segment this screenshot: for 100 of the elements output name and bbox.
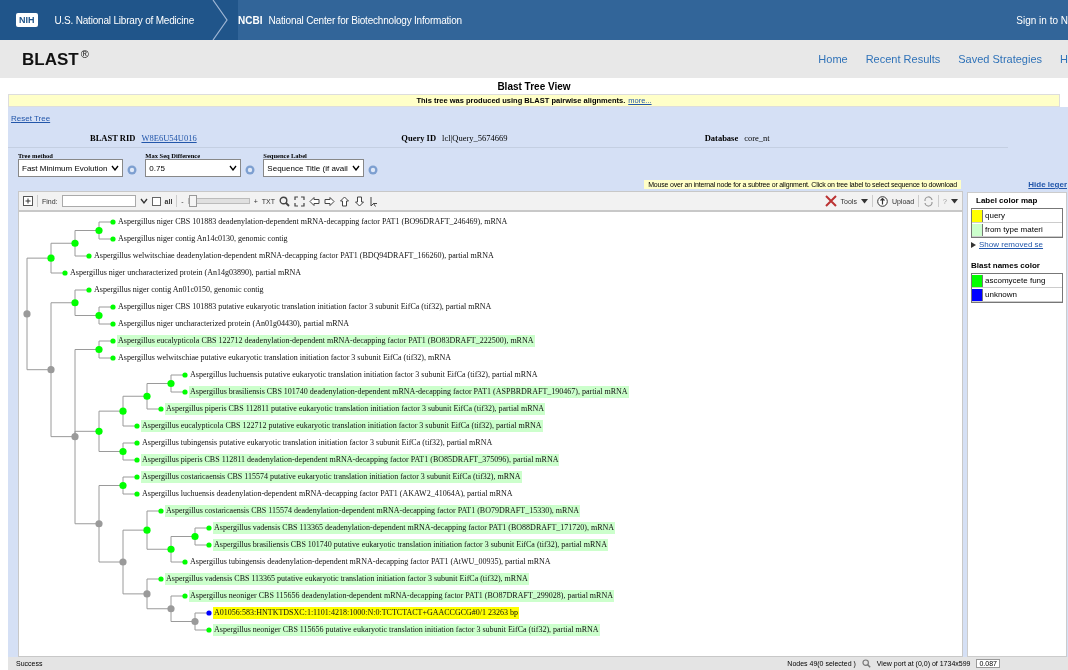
sequence-label[interactable]: Aspergillus vadensis CBS 113365 deadenylation-dependent mRNA-decapping factor PAT1 (BO88DRAFT_171720), mRNA — [213, 522, 616, 534]
leaf-node-dot[interactable] — [206, 542, 212, 548]
expand-icon[interactable] — [23, 196, 33, 206]
branch-node-dot[interactable] — [191, 532, 199, 541]
branch-node-dot[interactable] — [47, 254, 55, 262]
nih-logo[interactable]: NIH — [16, 13, 38, 27]
sequence-label[interactable]: Aspergillus neoniger CBS 115656 deadenylation-dependent mRNA-decapping factor PAT1 (BO87DRAFT_299028), partial mRNA — [189, 590, 614, 602]
expand-triangle-icon[interactable] — [971, 241, 976, 248]
zoom-slider[interactable] — [187, 198, 250, 204]
branch-node-dot[interactable] — [143, 392, 151, 400]
sequence-label[interactable]: Aspergillus brasiliensis CBS 101740 putative eukaryotic translation initiation factor 3 subunit EifCa (tif32), partial mRNA — [213, 539, 608, 551]
sequence-label[interactable]: Aspergillus niger uncharacterized protein (An01g04430), partial mRNA — [117, 318, 351, 330]
leaf-node-dot[interactable] — [134, 423, 140, 429]
branch-node-dot[interactable] — [119, 558, 127, 566]
branch-node-dot[interactable] — [167, 605, 175, 613]
help-icon[interactable] — [245, 164, 256, 175]
leaf-node-dot[interactable] — [110, 236, 116, 242]
leaf-node-dot[interactable] — [62, 270, 68, 276]
leaf-node-dot[interactable] — [182, 389, 188, 395]
slider-thumb[interactable] — [188, 195, 197, 207]
branch-node-dot[interactable] — [191, 617, 199, 626]
option-select[interactable]: Sequence Title (if avail — [263, 159, 364, 177]
dropdown-caret-icon[interactable] — [351, 165, 360, 171]
ncbi-name[interactable]: National Center for Biotechnology Information — [268, 14, 462, 26]
branch-node-dot[interactable] — [143, 590, 151, 598]
branch-node-dot[interactable] — [95, 345, 103, 354]
sequence-label[interactable]: Aspergillus piperis CBS 112811 deadenylation-dependent mRNA-decapping factor PAT1 (BO85DRAFT_375096), partial mRNA — [141, 454, 560, 466]
leaf-node-dot[interactable] — [158, 508, 164, 514]
leaf-node-dot[interactable] — [86, 253, 92, 259]
leaf-node-dot[interactable] — [134, 491, 140, 497]
leaf-node-dot[interactable] — [86, 287, 92, 293]
reset-tree-link[interactable]: Reset Tree — [11, 114, 51, 123]
tools-icon[interactable] — [824, 195, 837, 207]
fit-icon[interactable] — [294, 195, 306, 207]
branch-node-dot[interactable] — [119, 481, 127, 490]
leaf-node-dot[interactable] — [158, 406, 164, 412]
nav-link[interactable]: Saved Strategies — [958, 53, 1043, 65]
arrow-down-icon[interactable] — [354, 195, 366, 207]
sequence-label[interactable]: Aspergillus vadensis CBS 113365 putative eukaryotic translation initiation factor 3 subunit EifCa (tif32), mRNA — [165, 573, 529, 585]
dropdown-caret-icon[interactable] — [229, 165, 238, 171]
arrow-right-icon[interactable] — [324, 195, 336, 207]
show-removed-link[interactable]: Show removed se — [979, 240, 1044, 249]
leaf-node-dot[interactable] — [110, 355, 116, 361]
sequence-label[interactable]: Aspergillus piperis CBS 112811 putative eukaryotic translation initiation factor 3 subunit EifCa (tif32), partial mRNA — [165, 403, 546, 415]
info-link[interactable]: W8E6U54U016 — [141, 133, 197, 143]
sequence-label[interactable]: Aspergillus niger uncharacterized protein (An14g03890), partial mRNA — [69, 267, 303, 279]
caret-icon[interactable] — [951, 198, 958, 204]
hide-legend-link[interactable]: Hide leger — [1028, 180, 1067, 189]
library-banner[interactable]: NIH U.S. National Library of Medicine — [0, 0, 239, 40]
leaf-node-dot[interactable] — [134, 440, 140, 446]
sequence-label[interactable]: Aspergillus costaricaensis CBS 115574 deadenylation-dependent mRNA-decapping factor PAT1 (BO79DRAFT_15330), mRNA — [165, 505, 580, 517]
sequence-label[interactable]: Aspergillus niger contig An01c0150, genomic contig — [93, 284, 265, 296]
sequence-label[interactable]: Aspergillus brasiliensis CBS 101740 deadenylation-dependent mRNA-decapping factor PAT1 (ASPBRDRAFT_190467), partial mRNA — [189, 386, 629, 398]
sequence-label[interactable]: Aspergillus costaricaensis CBS 115574 putative eukaryotic translation initiation factor 3 subunit EifCa (tif32), mRNA — [141, 471, 522, 483]
branch-node-dot[interactable] — [95, 311, 103, 320]
branch-node-dot[interactable] — [119, 407, 127, 415]
sequence-label[interactable]: Aspergillus niger CBS 101883 deadenylation-dependent mRNA-decapping factor PAT1 (BO96DRAFT_246469), mRNA — [117, 216, 509, 228]
find-field[interactable] — [61, 195, 136, 207]
leaf-node-dot[interactable] — [110, 338, 116, 344]
sequence-label[interactable]: Aspergillus neoniger CBS 115656 putative eukaryotic translation initiation factor 3 subunit EifCa (tif32), partial mRNA — [213, 624, 600, 636]
sequence-label[interactable]: Aspergillus niger contig An14c0130, genomic contig — [117, 233, 289, 245]
ncbi-brand[interactable]: NCBI — [238, 14, 263, 26]
leaf-node-dot[interactable] — [206, 525, 212, 531]
branch-node-dot[interactable] — [95, 520, 103, 528]
branch-node-dot[interactable] — [71, 299, 79, 307]
leaf-node-dot[interactable] — [134, 457, 140, 463]
help-icon[interactable] — [367, 164, 378, 175]
leaf-node-dot[interactable] — [182, 372, 188, 378]
nav-link[interactable]: H — [1060, 53, 1068, 65]
library-name[interactable]: U.S. National Library of Medicine — [54, 14, 195, 26]
sequence-label[interactable]: Aspergillus tubingensis putative eukaryotic translation initiation factor 3 subunit EifCa (tif32), partial mRNA — [141, 437, 494, 449]
branch-node-dot[interactable] — [23, 310, 31, 318]
leaf-node-dot[interactable] — [134, 474, 140, 480]
nav-link[interactable]: Recent Results — [865, 53, 941, 65]
branch-node-dot[interactable] — [47, 366, 55, 374]
branch-node-dot[interactable] — [95, 427, 103, 435]
leaf-node-dot[interactable] — [206, 627, 212, 633]
dropdown-caret-icon[interactable] — [111, 165, 120, 171]
sequence-label[interactable]: Aspergillus welwitschiae putative eukaryotic translation initiation factor 3 subunit EifCa (tif32), mRNA — [117, 352, 453, 364]
branch-node-dot[interactable] — [167, 545, 175, 553]
pointer-icon[interactable] — [369, 195, 380, 207]
sequence-label[interactable]: Aspergillus niger CBS 101883 putative eukaryotic translation initiation factor 3 subunit EifCa (tif32), partial mRNA — [117, 301, 493, 313]
branch-node-dot[interactable] — [71, 433, 79, 441]
help-icon[interactable] — [127, 164, 138, 175]
refresh-icon[interactable] — [923, 195, 935, 207]
sequence-label[interactable]: Aspergillus luchuensis putative eukaryotic translation initiation factor 3 subunit EifCa (tif32), partial mRNA — [189, 369, 539, 381]
sign-in-link[interactable]: Sign in to N — [1016, 14, 1068, 26]
sequence-label[interactable]: Aspergillus eucalypticola CBS 122712 putative eukaryotic translation initiation factor 3 subunit EifCa (tif32), partial mRNA — [141, 420, 543, 432]
leaf-node-dot[interactable] — [158, 576, 164, 582]
sequence-label[interactable]: Aspergillus eucalypticola CBS 122712 deadenylation-dependent mRNA-decapping factor PAT1 (BO83DRAFT_222500), mRNA — [117, 335, 535, 347]
sequence-label[interactable]: A01056:583:HNTKTDSXC:1:1101:4218:1000:N:0:TCTCTACT+GAACCGCG#0/1 23263 bp — [213, 607, 520, 619]
caret-icon[interactable] — [860, 198, 868, 204]
sequence-label[interactable]: Aspergillus tubingensis deadenylation-dependent mRNA-decapping factor PAT1 (AtWU_00935), partial mRNA — [189, 556, 552, 568]
sequence-label[interactable]: Aspergillus luchuensis deadenylation-dependent mRNA-decapping factor PAT1 (AKAW2_41064A), partial mRNA — [141, 488, 514, 500]
leaf-node-dot[interactable] — [110, 321, 116, 327]
leaf-node-dot[interactable] — [110, 304, 116, 310]
dropdown-caret-icon[interactable] — [139, 196, 148, 206]
all-checkbox[interactable] — [151, 196, 161, 206]
leaf-node-dot[interactable] — [182, 593, 188, 599]
option-select[interactable]: 0.75 — [145, 159, 242, 177]
